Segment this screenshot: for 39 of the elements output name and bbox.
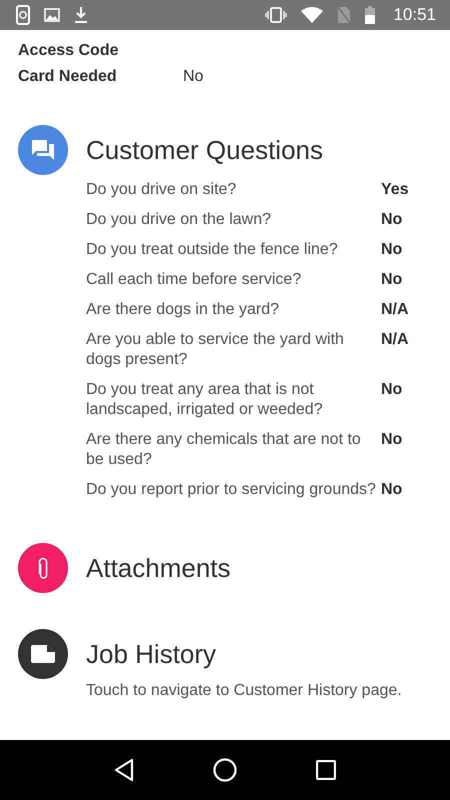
- answer-text: N/A: [381, 330, 410, 350]
- question-text: Are you able to service the yard with dogs present?: [86, 330, 345, 370]
- download-icon: [74, 6, 88, 24]
- battery-icon: [365, 6, 376, 24]
- answer-text: No: [381, 380, 404, 400]
- question-text: Do you treat any area that is not landscaped, irrigated or weeded?: [86, 380, 324, 420]
- vibrate-icon: [265, 7, 288, 23]
- detail-label: Access Code: [18, 42, 120, 60]
- question-text: Do you report prior to servicing grounds?: [86, 480, 377, 500]
- section-title[interactable]: Customer Questions: [86, 134, 323, 166]
- detail-label: Card Needed: [18, 68, 118, 86]
- document-icon: [31, 645, 55, 663]
- phone-sync-icon: [16, 5, 30, 25]
- section-title[interactable]: Attachments: [86, 552, 231, 584]
- answer-text: No: [381, 480, 404, 500]
- back-icon[interactable]: [114, 758, 134, 782]
- question-text: Do you treat outside the fence line?: [86, 240, 339, 260]
- question-text: Call each time before service?: [86, 270, 302, 290]
- question-text: Do you drive on site?: [86, 180, 238, 200]
- question-text: Are there any chemicals that are not to be used?: [86, 430, 362, 470]
- recents-icon[interactable]: [316, 760, 336, 780]
- answer-text: No: [381, 210, 404, 230]
- home-icon[interactable]: [212, 758, 237, 782]
- no-sim-icon: [337, 6, 352, 24]
- wifi-icon: [301, 7, 324, 23]
- answer-text: No: [381, 270, 404, 290]
- image-icon: [44, 8, 60, 22]
- question-text: Do you drive on the lawn?: [86, 210, 272, 230]
- question-text: Are there dogs in the yard?: [86, 300, 280, 320]
- answer-text: N/A: [381, 300, 410, 320]
- clock-time: 10:51: [393, 5, 436, 25]
- detail-value: No: [183, 68, 204, 86]
- section-title[interactable]: Job History: [86, 638, 216, 670]
- answer-text: No: [381, 430, 404, 450]
- section-subtitle: Touch to navigate to Customer History page.: [86, 681, 403, 701]
- chat-icon: [31, 139, 55, 161]
- answer-text: Yes: [381, 180, 410, 200]
- paperclip-icon: [37, 556, 49, 580]
- answer-text: No: [381, 240, 404, 260]
